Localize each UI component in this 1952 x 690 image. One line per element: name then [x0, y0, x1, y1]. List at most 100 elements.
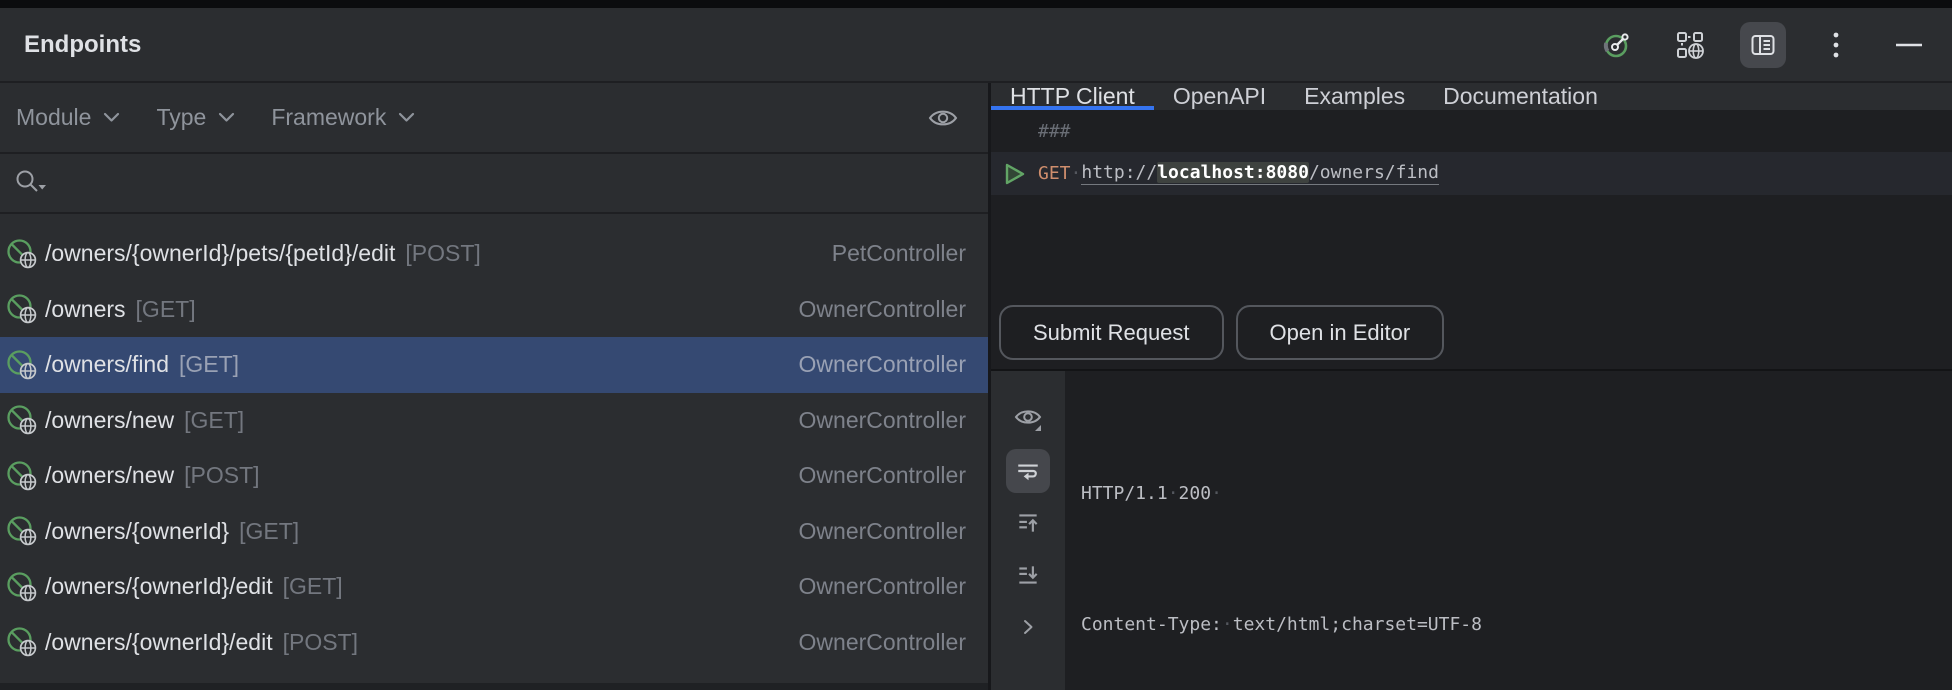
- response-line: Content-Type:·text/html;charset=UTF-8: [1081, 613, 1482, 635]
- module-filter-dropdown[interactable]: Module: [16, 104, 120, 131]
- search-options-caret: [38, 185, 46, 190]
- open-in-editor-button[interactable]: Open in Editor: [1235, 305, 1445, 360]
- eye-icon: [928, 110, 958, 125]
- endpoint-method: [POST]: [405, 240, 481, 267]
- chevron-right-icon: [1024, 620, 1033, 634]
- request-mapping-icon: [7, 294, 37, 324]
- request-mapping-icon: [7, 350, 37, 380]
- endpoint-method: [GET]: [184, 406, 245, 433]
- endpoint-row[interactable]: /owners/{ownerId}/pets/{petId}/edit [POS…: [0, 226, 988, 282]
- url-host: localhost:8080: [1157, 162, 1309, 183]
- url-mappings-button[interactable]: [1667, 22, 1713, 68]
- tab-label: HTTP Client: [1010, 83, 1135, 109]
- endpoint-row-selected[interactable]: /owners/find [GET] OwnerController: [0, 337, 988, 393]
- endpoint-details-panel: HTTP Client OpenAPI Examples Documentati…: [991, 83, 1952, 690]
- minimize-button[interactable]: [1886, 22, 1932, 68]
- soft-wrap-button[interactable]: [1006, 449, 1050, 493]
- request-mapping-icon: [7, 627, 37, 657]
- endpoints-monitor-icon: [1603, 32, 1629, 57]
- scroll-to-top-icon: [1019, 514, 1038, 532]
- endpoint-controller: OwnerController: [798, 406, 966, 433]
- chevron-down-icon: [399, 112, 415, 122]
- endpoint-method: [GET]: [239, 517, 300, 544]
- tool-window-header: Endpoints: [0, 8, 1952, 83]
- endpoint-row[interactable]: /owners [GET] OwnerController: [0, 282, 988, 338]
- window-top-edge: [0, 0, 1952, 8]
- search-icon: [16, 170, 46, 192]
- request-line[interactable]: GET · http://localhost:8080/owners/find: [991, 152, 1952, 195]
- response-section: HTTP/1.1·200· Content-Type:·text/html;ch…: [991, 371, 1952, 690]
- whitespace-dot: ·: [1070, 163, 1082, 184]
- endpoint-controller: OwnerController: [798, 573, 966, 600]
- endpoint-controller: OwnerController: [798, 351, 966, 378]
- tab-http-client[interactable]: HTTP Client: [991, 83, 1154, 110]
- scroll-to-top-button[interactable]: [1006, 501, 1050, 545]
- http-client-editor: ### GET · http://localhost:8080/owners/fin…: [991, 110, 1952, 690]
- tab-documentation[interactable]: Documentation: [1424, 83, 1617, 110]
- endpoint-method: [GET]: [179, 351, 240, 378]
- endpoint-row[interactable]: /owners/{ownerId}/edit [POST] OwnerContr…: [0, 615, 988, 671]
- request-actions: Submit Request Open in Editor: [991, 305, 1952, 360]
- run-request-gutter[interactable]: [991, 162, 1038, 186]
- endpoint-row[interactable]: /owners/new [POST] OwnerController: [0, 448, 988, 504]
- url-path: /owners/find: [1308, 162, 1439, 183]
- scroll-to-end-icon: [1019, 566, 1038, 584]
- endpoint-row[interactable]: /owners/{ownerId}/edit [GET] OwnerContro…: [0, 559, 988, 615]
- tab-label: Examples: [1304, 83, 1406, 109]
- endpoint-path: /owners/new: [45, 406, 175, 433]
- endpoint-method: [GET]: [135, 295, 196, 322]
- filter-bar: Module Type Framework: [0, 83, 988, 154]
- request-mapping-icon: [7, 572, 37, 602]
- url-scheme: http://: [1081, 162, 1158, 183]
- url-mappings-icon: [1677, 31, 1704, 59]
- endpoint-controller: OwnerController: [798, 462, 966, 489]
- endpoint-path: /owners/{ownerId}/pets/{petId}/edit: [45, 240, 396, 267]
- framework-filter-dropdown[interactable]: Framework: [271, 104, 415, 131]
- tab-openapi[interactable]: OpenAPI: [1154, 83, 1285, 110]
- chevron-down-icon: [104, 112, 120, 122]
- request-mapping-icon: [7, 239, 37, 269]
- toggle-details-panel-button[interactable]: [1740, 21, 1786, 68]
- eye-icon: [1014, 410, 1042, 431]
- tab-examples[interactable]: Examples: [1285, 83, 1424, 110]
- response-body[interactable]: HTTP/1.1·200· Content-Type:·text/html;ch…: [1065, 371, 1482, 690]
- endpoint-path: /owners/{ownerId}/edit: [45, 628, 273, 655]
- endpoint-path: /owners/{ownerId}: [45, 517, 230, 544]
- minimize-icon: [1896, 43, 1922, 46]
- request-method: GET: [1038, 163, 1071, 184]
- endpoint-controller: PetController: [831, 240, 966, 267]
- soft-wrap-icon: [1018, 464, 1038, 481]
- request-separator-line[interactable]: ###: [991, 110, 1952, 152]
- tab-label: Documentation: [1443, 83, 1598, 109]
- details-tab-bar: HTTP Client OpenAPI Examples Documentati…: [991, 83, 1952, 110]
- type-filter-dropdown[interactable]: Type: [156, 104, 235, 131]
- endpoint-path: /owners/{ownerId}/edit: [45, 573, 273, 600]
- run-request-icon: [1005, 163, 1024, 184]
- endpoints-monitor-button[interactable]: [1594, 22, 1640, 68]
- panel-bottom-edge: [0, 683, 988, 690]
- chevron-down-icon: [219, 112, 235, 122]
- endpoint-path: /owners/new: [45, 462, 175, 489]
- more-options-button[interactable]: [1813, 22, 1859, 68]
- kebab-menu-icon: [1833, 32, 1839, 57]
- tab-label: OpenAPI: [1172, 83, 1267, 109]
- endpoint-list: /owners/{ownerId}/pets/{petId}/edit [POS…: [0, 214, 988, 670]
- view-options-button[interactable]: [1006, 397, 1050, 441]
- endpoint-method: [POST]: [282, 628, 358, 655]
- request-mapping-icon: [7, 516, 37, 546]
- scroll-to-end-button[interactable]: [1006, 553, 1050, 597]
- preview-toggle-button[interactable]: [928, 107, 958, 129]
- endpoint-controller: OwnerController: [798, 295, 966, 322]
- search-input[interactable]: [0, 154, 988, 214]
- request-url[interactable]: http://localhost:8080/owners/find: [1081, 162, 1439, 185]
- endpoint-path: /owners: [45, 295, 126, 322]
- header-toolbar: [1594, 21, 1932, 68]
- submit-request-button[interactable]: Submit Request: [999, 305, 1224, 360]
- expand-toolbar-button[interactable]: [1006, 605, 1050, 649]
- endpoint-controller: OwnerController: [798, 517, 966, 544]
- type-filter-label: Type: [156, 104, 207, 130]
- request-mapping-icon: [7, 405, 37, 435]
- endpoints-list-panel: Module Type Framework /owners/{ownerId}/…: [0, 83, 988, 690]
- endpoint-row[interactable]: /owners/new [GET] OwnerController: [0, 393, 988, 449]
- endpoint-row[interactable]: /owners/{ownerId} [GET] OwnerController: [0, 504, 988, 560]
